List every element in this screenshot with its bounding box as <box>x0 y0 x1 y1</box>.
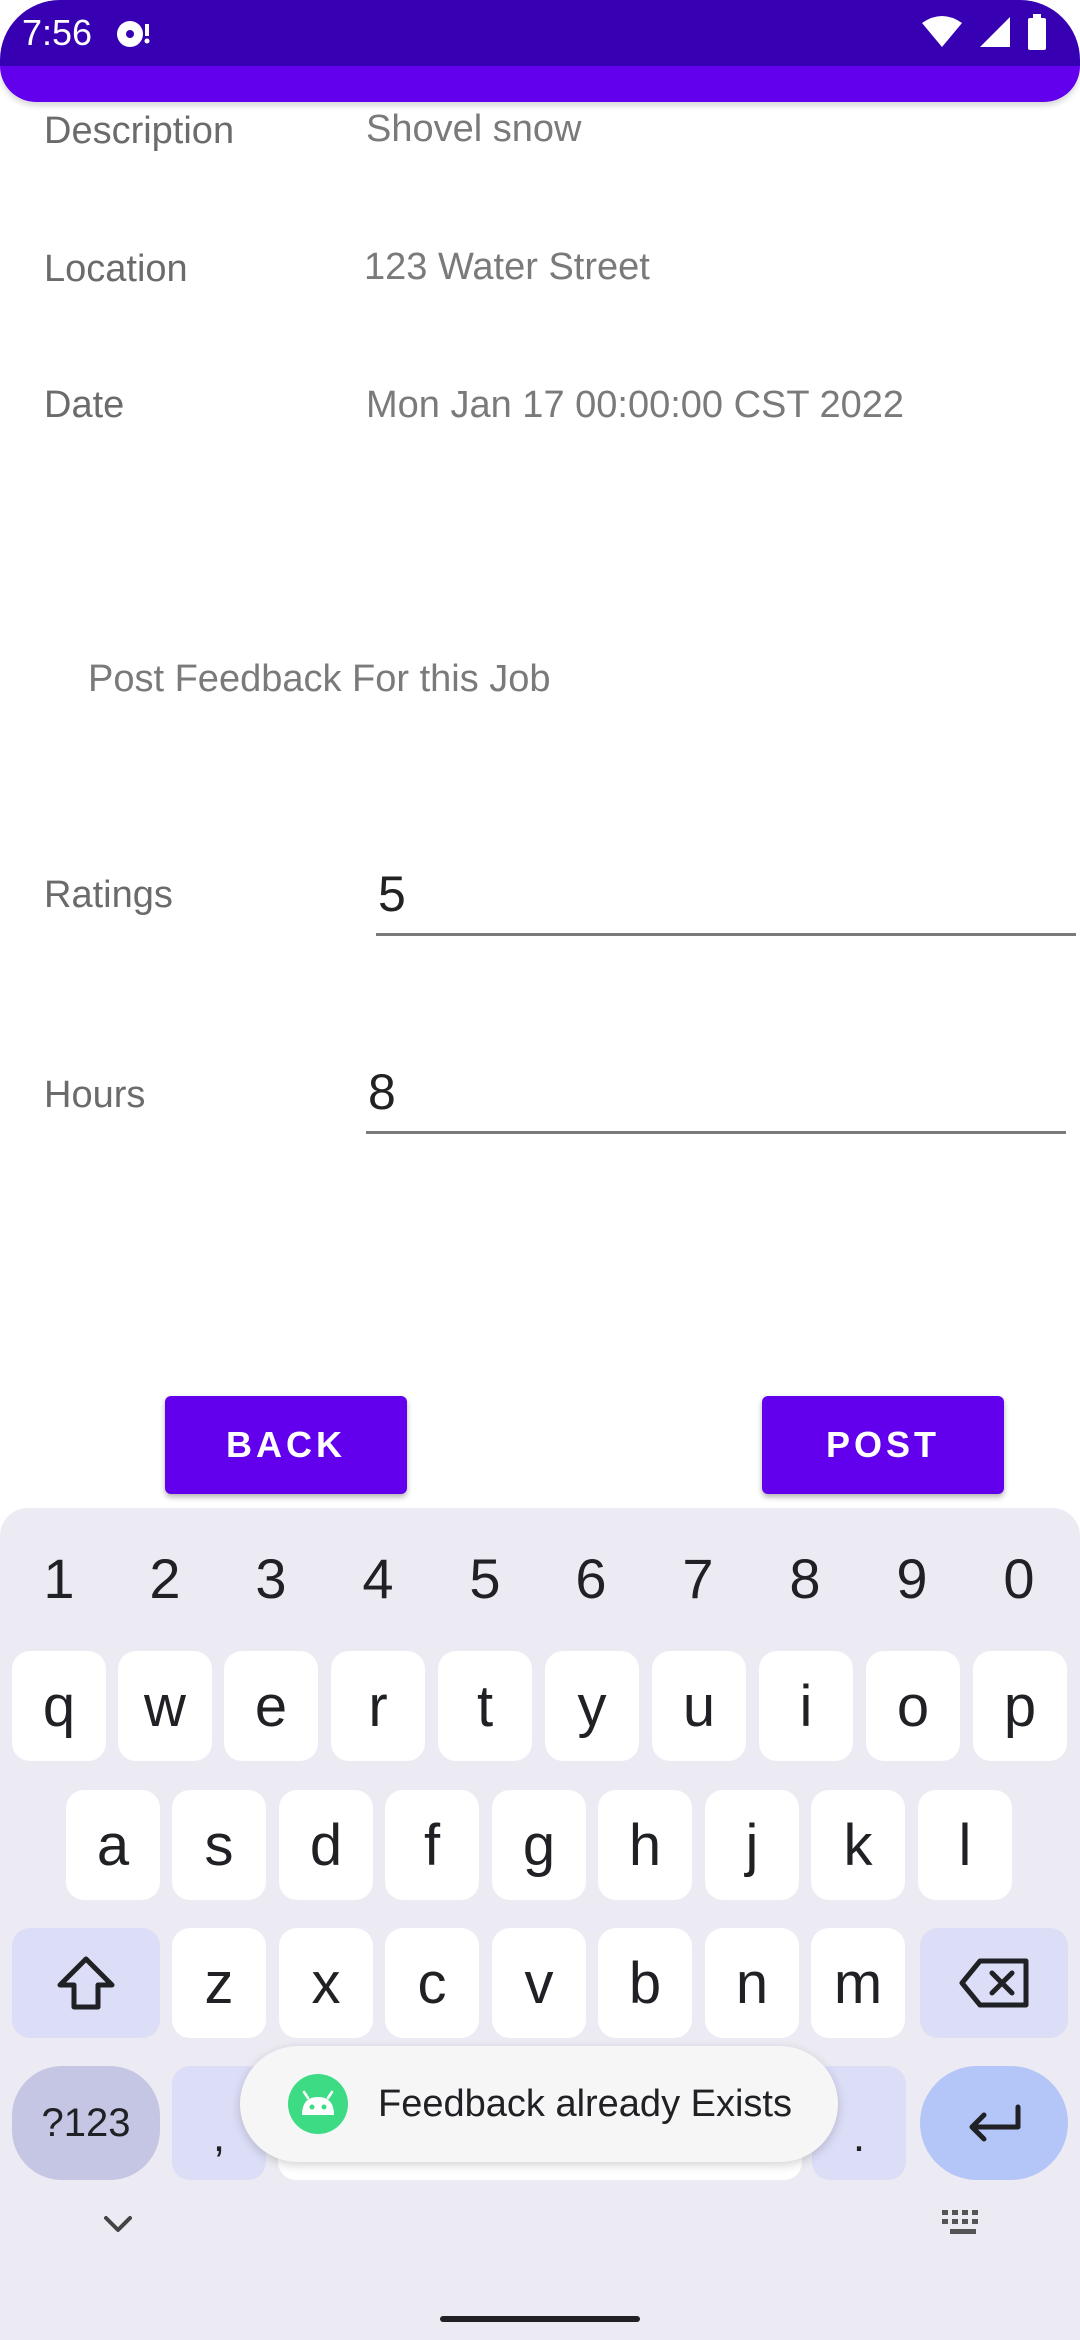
hours-input-value: 8 <box>368 1064 396 1120</box>
key-t[interactable]: t <box>438 1651 532 1761</box>
ratings-label: Ratings <box>44 874 173 916</box>
key-5[interactable]: 5 <box>450 1546 520 1611</box>
key-b[interactable]: b <box>598 1928 692 2038</box>
battery-icon <box>1028 14 1046 50</box>
key-w[interactable]: w <box>118 1651 212 1761</box>
symbols-key[interactable]: ?123 <box>12 2066 160 2180</box>
key-7[interactable]: 7 <box>663 1546 733 1611</box>
key-j[interactable]: j <box>705 1790 799 1900</box>
toast-text: Feedback already Exists <box>378 2082 792 2125</box>
backspace-icon <box>959 1958 1029 2008</box>
number-row: 1 2 3 4 5 6 7 8 9 0 <box>0 1508 1080 1638</box>
key-n[interactable]: n <box>705 1928 799 2038</box>
key-o[interactable]: o <box>866 1651 960 1761</box>
key-r[interactable]: r <box>331 1651 425 1761</box>
key-i[interactable]: i <box>759 1651 853 1761</box>
status-bar: 7:56 <box>0 0 1080 66</box>
soft-keyboard: 1 2 3 4 5 6 7 8 9 0 q w e r t y u i o p … <box>0 1508 1080 2340</box>
android-icon <box>288 2074 348 2134</box>
description-label: Description <box>44 110 235 152</box>
key-6[interactable]: 6 <box>556 1546 626 1611</box>
feedback-title: Post Feedback For this Job <box>88 658 551 700</box>
ratings-input[interactable]: 5 <box>376 860 1076 936</box>
key-p[interactable]: p <box>973 1651 1067 1761</box>
key-q[interactable]: q <box>12 1651 106 1761</box>
key-m[interactable]: m <box>811 1928 905 2038</box>
key-4[interactable]: 4 <box>343 1546 413 1611</box>
key-z[interactable]: z <box>172 1928 266 2038</box>
wifi-icon <box>922 16 962 47</box>
hours-label: Hours <box>44 1074 146 1116</box>
hide-keyboard-chevron-icon[interactable] <box>100 2212 136 2236</box>
key-0[interactable]: 0 <box>984 1546 1054 1611</box>
key-f[interactable]: f <box>385 1790 479 1900</box>
key-s[interactable]: s <box>172 1790 266 1900</box>
key-9[interactable]: 9 <box>877 1546 947 1611</box>
enter-icon <box>969 2104 1021 2142</box>
post-button[interactable]: POST <box>762 1396 1004 1494</box>
keyboard-switch-icon[interactable] <box>940 2208 986 2238</box>
hours-input[interactable]: 8 <box>366 1058 1066 1134</box>
cell-signal-icon <box>980 17 1010 47</box>
key-1[interactable]: 1 <box>24 1546 94 1611</box>
key-h[interactable]: h <box>598 1790 692 1900</box>
key-k[interactable]: k <box>811 1790 905 1900</box>
key-a[interactable]: a <box>66 1790 160 1900</box>
date-value: Mon Jan 17 00:00:00 CST 2022 <box>366 384 905 426</box>
location-label: Location <box>44 248 188 290</box>
key-x[interactable]: x <box>279 1928 373 2038</box>
date-label: Date <box>44 384 125 426</box>
key-3[interactable]: 3 <box>236 1546 306 1611</box>
key-c[interactable]: c <box>385 1928 479 2038</box>
key-g[interactable]: g <box>492 1790 586 1900</box>
key-y[interactable]: y <box>545 1651 639 1761</box>
ratings-input-value: 5 <box>378 866 406 922</box>
key-v[interactable]: v <box>492 1928 586 2038</box>
status-time: 7:56 <box>22 12 93 53</box>
description-value: Shovel snow <box>366 108 582 150</box>
key-2[interactable]: 2 <box>130 1546 200 1611</box>
key-l[interactable]: l <box>918 1790 1012 1900</box>
shift-key[interactable] <box>12 1928 160 2038</box>
backspace-key[interactable] <box>920 1928 1068 2038</box>
shift-icon <box>57 1956 115 2010</box>
toast-message: Feedback already Exists <box>240 2046 838 2162</box>
key-d[interactable]: d <box>279 1790 373 1900</box>
app-bar <box>0 66 1080 102</box>
media-notification-icon <box>117 21 150 47</box>
home-indicator[interactable] <box>440 2316 640 2322</box>
key-8[interactable]: 8 <box>770 1546 840 1611</box>
location-value: 123 Water Street <box>364 246 650 288</box>
back-button[interactable]: BACK <box>165 1396 407 1494</box>
enter-key[interactable] <box>920 2066 1068 2180</box>
key-u[interactable]: u <box>652 1651 746 1761</box>
key-e[interactable]: e <box>224 1651 318 1761</box>
